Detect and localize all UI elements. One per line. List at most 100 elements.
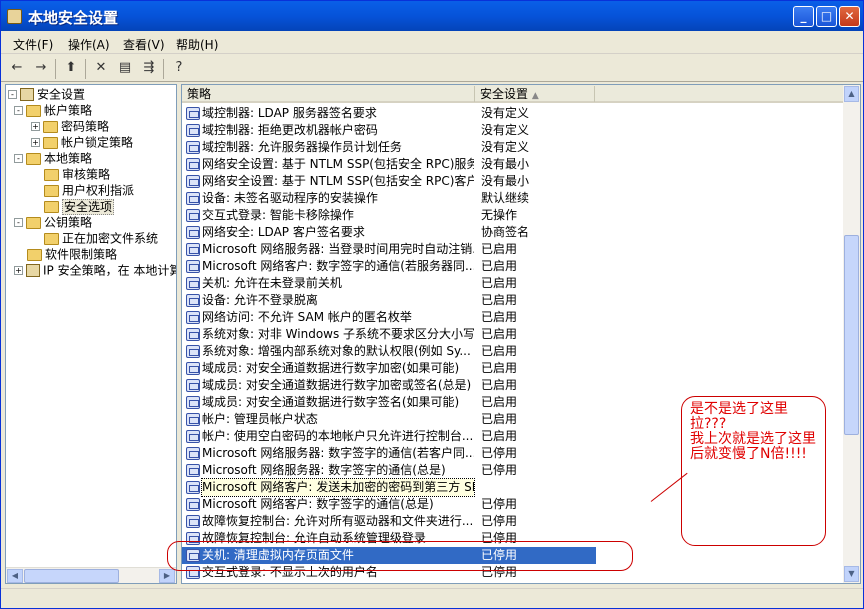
toolbar-separator	[85, 59, 86, 79]
collapse-icon[interactable]: -	[8, 90, 17, 99]
menu-action[interactable]: 操作(A)	[68, 36, 110, 53]
table-row[interactable]: 域控制器: 允许服务器操作员计划任务 没有定义	[182, 139, 596, 156]
collapse-icon[interactable]: -	[14, 154, 23, 163]
expand-icon[interactable]: +	[31, 138, 40, 147]
policy-icon	[186, 260, 200, 273]
tree-item-account-lockout-policy[interactable]: + 帐户锁定策略	[31, 134, 133, 150]
expand-icon[interactable]: +	[31, 122, 40, 131]
menu-file[interactable]: 文件(F)	[13, 36, 53, 53]
policy-setting: 已启用	[481, 276, 518, 290]
table-row[interactable]: 网络安全设置: 基于 NTLM SSP(包括安全 RPC)服务... 没有最小	[182, 156, 596, 173]
policy-icon	[186, 311, 200, 324]
menu-help[interactable]: 帮助(H)	[176, 36, 218, 53]
policy-icon	[186, 107, 200, 120]
tree-item-label: 帐户锁定策略	[61, 135, 134, 150]
toolbar-separator	[163, 59, 164, 79]
policy-setting: 没有定义	[481, 106, 530, 120]
help-icon[interactable]: ?	[169, 59, 189, 77]
table-row[interactable]: 帐户: 管理员帐户状态 已启用	[182, 411, 596, 428]
table-row[interactable]: 域成员: 对安全通道数据进行数字加密或签名(总是) 已启用	[182, 377, 596, 394]
table-row[interactable]: Microsoft 网络服务器: 数字签字的通信(若客户同... 已停用	[182, 445, 596, 462]
column-header-setting[interactable]: 安全设置 ▲	[475, 86, 595, 102]
collapse-icon[interactable]: -	[14, 218, 23, 227]
policy-icon	[186, 362, 200, 375]
title-bar[interactable]: 本地安全设置 _ □ ✕	[1, 1, 863, 31]
tree-item-software-restriction[interactable]: 软件限制策略	[27, 246, 117, 262]
folder-icon	[26, 152, 41, 165]
tree-horizontal-scrollbar[interactable]: ◀ ▶	[6, 567, 176, 583]
tree-item-account-policies[interactable]: - 帐户策略	[14, 102, 92, 118]
minimize-button[interactable]: _	[793, 6, 814, 27]
close-button[interactable]: ✕	[839, 6, 860, 27]
back-arrow-icon[interactable]: ←	[7, 59, 27, 77]
up-folder-icon[interactable]: ⬆	[61, 59, 81, 77]
table-row[interactable]: 域成员: 对安全通道数据进行数字签名(如果可能) 已启用	[182, 394, 596, 411]
tree-item-ip-security[interactable]: + IP 安全策略，在 本地计算机	[14, 262, 176, 278]
tree-item-audit-policy[interactable]: 审核策略	[44, 166, 110, 182]
menu-view[interactable]: 查看(V)	[123, 36, 165, 53]
delete-icon[interactable]: ✕	[91, 59, 111, 77]
tree-item-security-settings[interactable]: - 安全设置	[8, 86, 85, 102]
policy-setting: 已停用	[481, 463, 518, 477]
policy-icon	[186, 379, 200, 392]
table-row[interactable]: 网络访问: 不允许 SAM 帐户的匿名枚举 已启用	[182, 309, 596, 326]
folder-icon	[43, 120, 58, 133]
tree-item-public-key-policies[interactable]: - 公钥策略	[14, 214, 92, 230]
policy-name: 域控制器: 允许服务器操作员计划任务	[202, 140, 402, 154]
table-row[interactable]: 网络安全: LDAP 客户签名要求 协商签名	[182, 224, 596, 241]
table-row[interactable]: Microsoft 网络客户: 数字签字的通信(若服务器同... 已启用	[182, 258, 596, 275]
expand-icon[interactable]: +	[14, 266, 23, 275]
tree-item-user-rights-assignment[interactable]: 用户权利指派	[44, 182, 134, 198]
policy-setting: 已启用	[481, 344, 518, 358]
folder-icon	[43, 136, 58, 149]
collapse-icon[interactable]: -	[14, 106, 23, 115]
table-row[interactable]: 帐户: 使用空白密码的本地帐户只允许进行控制台... 已启用	[182, 428, 596, 445]
policy-name: 帐户: 使用空白密码的本地帐户只允许进行控制台...	[202, 429, 474, 443]
scroll-thumb[interactable]	[24, 569, 119, 583]
scroll-down-icon[interactable]: ▼	[844, 566, 859, 582]
export-list-icon[interactable]: ⇶	[139, 59, 159, 77]
column-header-policy[interactable]: 策略	[182, 86, 475, 102]
policy-setting: 无操作	[481, 208, 518, 222]
table-row[interactable]: 域成员: 对安全通道数据进行数字加密(如果可能) 已启用	[182, 360, 596, 377]
table-row[interactable]: 系统对象: 增强内部系统对象的默认权限(例如 Sy... 已启用	[182, 343, 596, 360]
list-vertical-scrollbar[interactable]: ▲ ▼	[843, 85, 860, 583]
scroll-up-icon[interactable]: ▲	[844, 86, 859, 102]
scroll-thumb[interactable]	[844, 235, 859, 435]
properties-icon[interactable]: ▤	[115, 59, 135, 77]
table-row[interactable]: 设备: 未签名驱动程序的安装操作 默认继续	[182, 190, 596, 207]
table-row[interactable]: 交互式登录: 智能卡移除操作 无操作	[182, 207, 596, 224]
annotation-highlight-oval	[167, 541, 633, 571]
table-row[interactable]: Microsoft 网络客户: 发送未加密的密码到第三方 SMB 服务器。	[182, 478, 596, 497]
table-row[interactable]: Microsoft 网络服务器: 当登录时间用完时自动注销... 已启用	[182, 241, 596, 258]
policy-icon	[186, 175, 200, 188]
tree-item-security-options[interactable]: 安全选项	[44, 198, 115, 215]
folder-icon	[26, 216, 41, 229]
policy-icon	[186, 277, 200, 290]
tree-item-label: 安全设置	[37, 87, 86, 102]
scroll-left-icon[interactable]: ◀	[7, 569, 23, 583]
table-row[interactable]: 故障恢复控制台: 允许对所有驱动器和文件夹进行... 已停用	[182, 513, 596, 530]
table-row[interactable]: 关机: 允许在未登录前关机 已启用	[182, 275, 596, 292]
table-row[interactable]: 域控制器: LDAP 服务器签名要求 没有定义	[182, 105, 596, 122]
tree-item-password-policy[interactable]: + 密码策略	[31, 118, 109, 134]
tree-item-encrypting-file-system[interactable]: 正在加密文件系统	[44, 230, 158, 246]
policy-icon	[186, 447, 200, 460]
tree-item-label: 帐户策略	[44, 103, 93, 118]
policy-setting: 已启用	[481, 429, 518, 443]
tree-item-label: 密码策略	[61, 119, 110, 134]
table-row[interactable]: Microsoft 网络客户: 数字签字的通信(总是) 已停用	[182, 496, 596, 513]
table-row[interactable]: 系统对象: 对非 Windows 子系统不要求区分大小写 已启用	[182, 326, 596, 343]
maximize-button[interactable]: □	[816, 6, 837, 27]
tree-item-label: 审核策略	[62, 167, 111, 182]
table-row[interactable]: Microsoft 网络服务器: 数字签字的通信(总是) 已停用	[182, 462, 596, 479]
forward-arrow-icon[interactable]: →	[31, 59, 51, 77]
table-row[interactable]: 设备: 允许不登录脱离 已启用	[182, 292, 596, 309]
table-row[interactable]: 网络安全设置: 基于 NTLM SSP(包括安全 RPC)客户... 没有最小	[182, 173, 596, 190]
scroll-right-icon[interactable]: ▶	[159, 569, 175, 583]
policy-name: 域成员: 对安全通道数据进行数字加密或签名(总是)	[202, 378, 472, 392]
tree-item-label: IP 安全策略，在 本地计算机	[43, 263, 176, 278]
table-row[interactable]: 域控制器: 拒绝更改机器帐户密码 没有定义	[182, 122, 596, 139]
tree-item-local-policies[interactable]: - 本地策略	[14, 150, 92, 166]
tree-pane[interactable]: - 安全设置 - 帐户策略 + 密码策略 + 帐户锁定策略 - 本地策略 审核策略 用户权…	[5, 84, 177, 584]
